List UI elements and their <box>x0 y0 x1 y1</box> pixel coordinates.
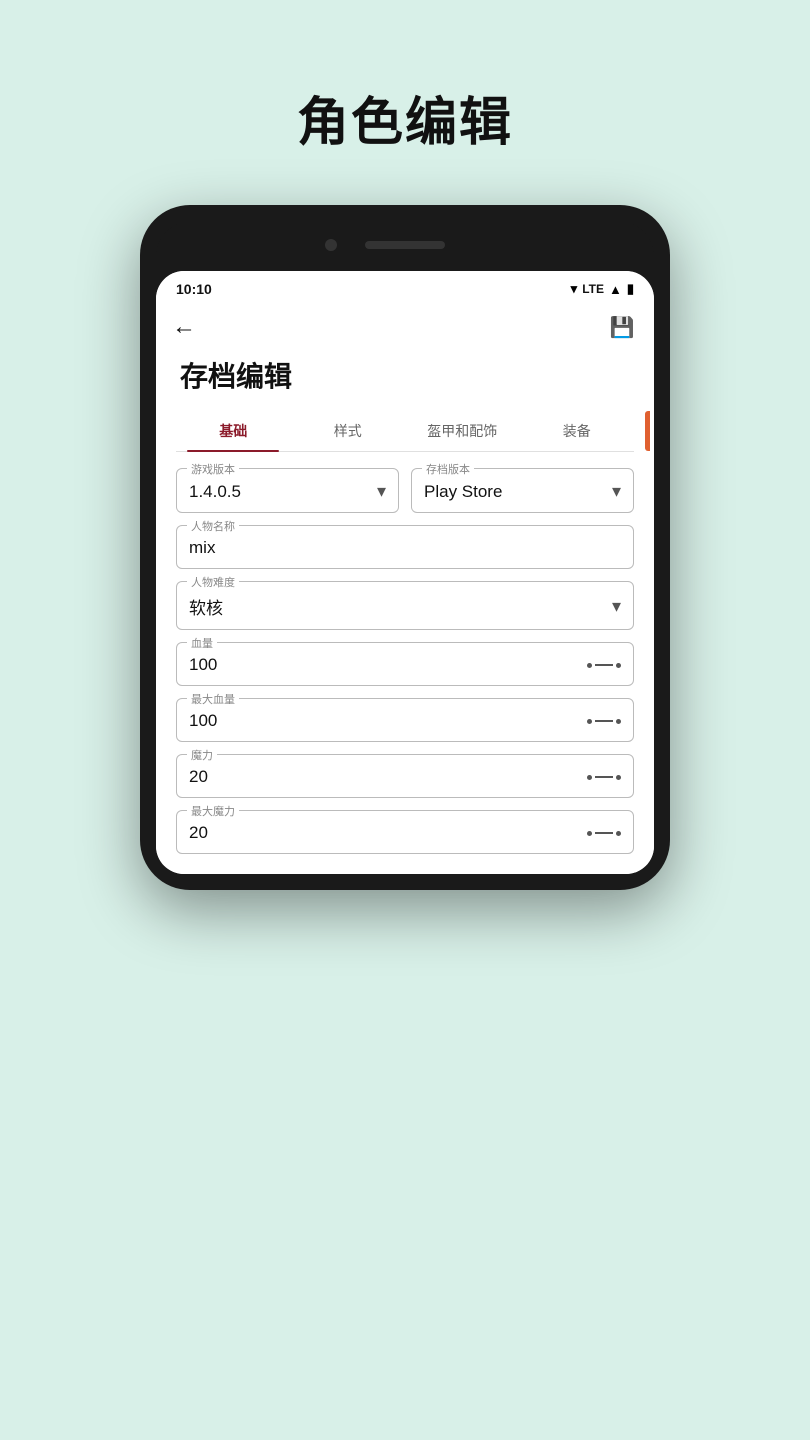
content-area: 存档编辑 基础 样式 盔甲和配饰 装备 游戏版本 <box>156 355 654 874</box>
phone-screen: 10:10 ▾ LTE ▲ ▮ ← 💾 存档编辑 基础 样式 <box>156 271 654 874</box>
save-version-value: Play Store ▾ <box>424 481 621 502</box>
tab-style[interactable]: 样式 <box>291 411 406 451</box>
game-version-value: 1.4.0.5 ▾ <box>189 481 386 502</box>
save-version-dropdown-icon: ▾ <box>612 481 621 502</box>
camera-dot <box>325 239 337 251</box>
hp-value: 100 <box>189 655 621 675</box>
character-name-label: 人物名称 <box>187 518 239 534</box>
tabs-row: 基础 样式 盔甲和配饰 装备 <box>176 411 634 452</box>
game-version-field[interactable]: 游戏版本 1.4.0.5 ▾ <box>176 468 399 513</box>
mp-stepper[interactable] <box>587 775 621 780</box>
difficulty-value: 软核 ▾ <box>189 594 621 619</box>
tab-basic[interactable]: 基础 <box>176 411 291 451</box>
difficulty-label: 人物难度 <box>187 574 239 590</box>
hp-field[interactable]: 血量 100 <box>176 642 634 686</box>
status-icons: ▾ LTE ▲ ▮ <box>571 281 634 297</box>
max-mp-label: 最大魔力 <box>187 803 239 819</box>
section-title: 存档编辑 <box>176 355 634 395</box>
mp-label: 魔力 <box>187 747 217 763</box>
app-bar: ← 💾 <box>156 303 654 355</box>
phone-wrapper: 10:10 ▾ LTE ▲ ▮ ← 💾 存档编辑 基础 样式 <box>140 205 670 890</box>
max-hp-field[interactable]: 最大血量 100 <box>176 698 634 742</box>
hp-label: 血量 <box>187 635 217 651</box>
phone-frame: 10:10 ▾ LTE ▲ ▮ ← 💾 存档编辑 基础 样式 <box>140 205 670 890</box>
fields-area: 游戏版本 1.4.0.5 ▾ 存档版本 Play Store ▾ <box>176 468 634 854</box>
game-version-dropdown-icon: ▾ <box>377 481 386 502</box>
game-version-label: 游戏版本 <box>187 461 239 477</box>
orange-bar <box>645 411 650 451</box>
character-name-value: mix <box>189 538 621 558</box>
wifi-icon: ▾ <box>571 281 578 297</box>
difficulty-dropdown-icon: ▾ <box>612 596 621 617</box>
status-time: 10:10 <box>176 281 212 297</box>
save-version-label: 存档版本 <box>422 461 474 477</box>
back-button[interactable]: ← <box>172 313 196 341</box>
lte-label: LTE <box>582 282 604 296</box>
max-hp-value: 100 <box>189 711 621 731</box>
character-name-field[interactable]: 人物名称 mix <box>176 525 634 569</box>
save-version-field[interactable]: 存档版本 Play Store ▾ <box>411 468 634 513</box>
tab-equipment[interactable]: 装备 <box>520 411 635 451</box>
difficulty-field[interactable]: 人物难度 软核 ▾ <box>176 581 634 630</box>
mp-value: 20 <box>189 767 621 787</box>
tab-armor[interactable]: 盔甲和配饰 <box>405 411 520 451</box>
speaker-grill <box>365 241 445 249</box>
battery-icon: ▮ <box>627 281 634 297</box>
version-row: 游戏版本 1.4.0.5 ▾ 存档版本 Play Store ▾ <box>176 468 634 513</box>
page-title: 角色编辑 <box>297 80 513 155</box>
hp-stepper[interactable] <box>587 663 621 668</box>
max-mp-value: 20 <box>189 823 621 843</box>
save-button[interactable]: 💾 <box>606 311 638 343</box>
max-mp-field[interactable]: 最大魔力 20 <box>176 810 634 854</box>
max-mp-stepper[interactable] <box>587 831 621 836</box>
max-hp-label: 最大血量 <box>187 691 239 707</box>
status-bar: 10:10 ▾ LTE ▲ ▮ <box>156 271 654 303</box>
mp-field[interactable]: 魔力 20 <box>176 754 634 798</box>
max-hp-stepper[interactable] <box>587 719 621 724</box>
signal-icon: ▲ <box>609 282 622 297</box>
phone-notch <box>156 221 654 269</box>
